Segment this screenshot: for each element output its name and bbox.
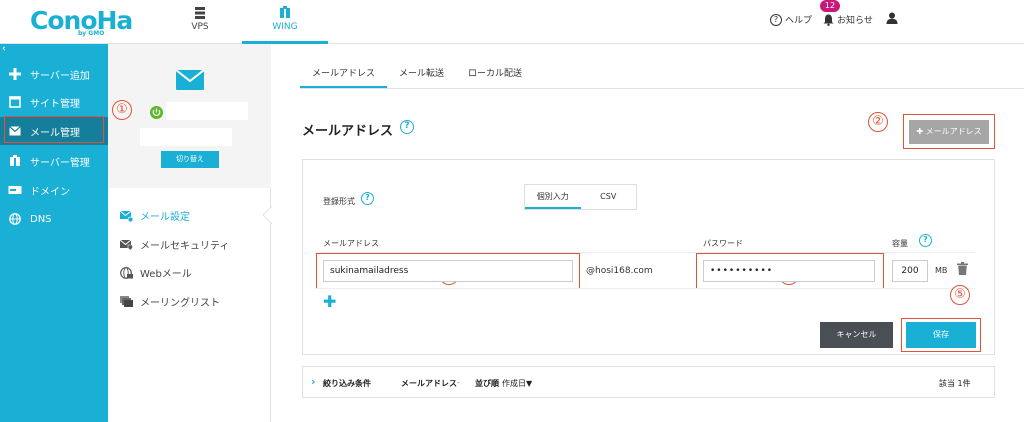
sidebar-item-label: ドメイン [30,186,70,198]
filter-mail-label: メールアドレス [401,379,457,388]
mail-settings-icon [120,210,133,222]
page-title: メールアドレス [302,124,394,139]
nav-vps[interactable]: VPS [170,0,230,44]
registration-type-toggle: 個別入力 CSV [524,184,637,210]
tab-mail-address[interactable]: メールアドレス [300,66,388,88]
sidebar-item-label: サーバー追加 [30,70,90,82]
notice-label: お知らせ [837,16,873,26]
nav-wing[interactable]: WING [242,0,328,44]
sort-value[interactable]: 作成日▼ [502,378,532,389]
domain-icon [8,183,22,197]
column-header-password: パスワード [703,239,743,248]
menu-mail-settings[interactable]: メール設定 [120,208,190,223]
mail-account-panel: 切り替え [108,44,271,188]
menu-mail-security[interactable]: メールセキュリティ [120,237,229,252]
annotation-box-email [316,253,580,289]
switch-button[interactable]: 切り替え [161,151,219,168]
capacity-unit: MB [935,266,948,275]
chevron-right-icon: › [311,375,316,388]
cancel-button[interactable]: キャンセル [820,322,893,348]
column-header-email: メールアドレス [323,239,379,248]
registration-type-label: 登録形式 [323,197,355,206]
user-icon [886,12,898,24]
menu-mailing-list[interactable]: メーリングリスト [120,294,220,309]
row-divider [315,288,975,289]
add-row-button[interactable]: ✚ [323,292,336,311]
add-button-label: メールアドレス [925,127,982,136]
help-icon: ? [770,13,782,26]
annotation-box-save [901,318,981,352]
filter-mail-value: - [457,378,460,387]
top-header: ConoHa by GMO VPS WING ? ヘルプ 12 お知らせ [0,0,1024,44]
registration-help-icon[interactable]: ? [361,192,374,205]
annotation-box-mail-manage [4,116,104,143]
sidebar: ‹ サーバー追加 サイト管理 メール管理 サーバー管理 ドメイン DNS [0,44,108,422]
account-name-field [166,102,248,120]
email-domain: @hosi168.com [586,266,653,276]
wing-icon [280,6,290,18]
mailing-list-icon [120,295,133,307]
bell-icon [823,14,834,26]
mail-menu: メール設定 メールセキュリティ Webメール メーリングリスト [108,188,271,422]
tab-mail-forward[interactable]: メール転送 [387,66,456,88]
sidebar-item-domain[interactable]: ドメイン [0,176,108,204]
sort-label: 並び順 [475,379,499,388]
sidebar-item-label: サイト管理 [30,98,80,110]
capacity-help-icon[interactable]: ? [919,234,932,247]
nav-wing-label: WING [272,22,298,32]
filter-bar[interactable]: › 絞り込み条件 メールアドレス - 並び順 作成日▼ 該当 1件 [302,366,995,398]
sidebar-item-dns[interactable]: DNS [0,205,108,233]
help-label: ヘルプ [785,16,813,26]
sidebar-item-add-server[interactable]: サーバー追加 [0,60,108,88]
menu-webmail[interactable]: Webメール [120,265,192,280]
new-address-form: 登録形式 ? 個別入力 CSV ③ ④ メールアドレス パスワード 容量 ? @… [302,159,995,355]
menu-label: メール設定 [140,212,190,223]
window-icon [8,95,22,109]
account-domain-field [140,128,232,146]
nav-vps-label: VPS [191,22,209,32]
plus-small-icon: ✚ [916,127,926,136]
sidebar-item-label: サーバー管理 [30,157,90,169]
add-mail-address-button[interactable]: ✚ メールアドレス [909,120,989,144]
tab-divider [300,88,1024,89]
plus-icon [8,67,22,81]
webmail-icon [120,266,133,279]
segment-individual[interactable]: 個別入力 [525,185,581,209]
sidebar-item-site-manage[interactable]: サイト管理 [0,88,108,116]
trash-icon[interactable] [957,262,968,275]
sidebar-item-server-manage[interactable]: サーバー管理 [0,147,108,175]
tab-local-delivery[interactable]: ローカル配送 [456,66,534,88]
help-question-icon[interactable]: ? [400,120,414,134]
envelope-icon [176,70,204,90]
logo-sub: by GMO [78,30,105,37]
annotation-2: ② [868,112,888,132]
sidebar-collapse-button[interactable]: ‹ [2,44,108,58]
annotation-5: ⑤ [950,285,970,305]
notice-count-badge: 12 [820,0,840,12]
conoha-logo[interactable]: ConoHa by GMO [30,6,133,38]
annotation-box-password [696,253,884,289]
power-icon [150,106,163,119]
annotation-1: ① [112,100,132,120]
server-manage-icon [8,154,22,168]
menu-label: メールセキュリティ [140,241,230,252]
user-menu[interactable] [886,12,898,24]
server-icon [195,7,205,19]
mail-security-icon [120,239,133,251]
capacity-input[interactable] [892,260,928,282]
globe-icon [8,212,22,226]
result-count: 該当 1件 [939,379,971,388]
menu-label: メーリングリスト [140,298,220,309]
segment-csv[interactable]: CSV [581,185,637,209]
sidebar-item-label: DNS [30,213,52,225]
menu-label: Webメール [140,269,192,280]
column-header-capacity: 容量 [892,239,908,248]
selection-pointer [262,206,272,224]
help-link[interactable]: ? ヘルプ [770,13,812,26]
tab-bar: メールアドレス メール転送 ローカル配送 [300,66,534,88]
main-content: メールアドレス メール転送 ローカル配送 メールアドレス ? ② ✚ メールアド… [272,44,1024,422]
notice-link[interactable]: お知らせ [823,13,873,26]
filter-label: 絞り込み条件 [323,379,371,388]
